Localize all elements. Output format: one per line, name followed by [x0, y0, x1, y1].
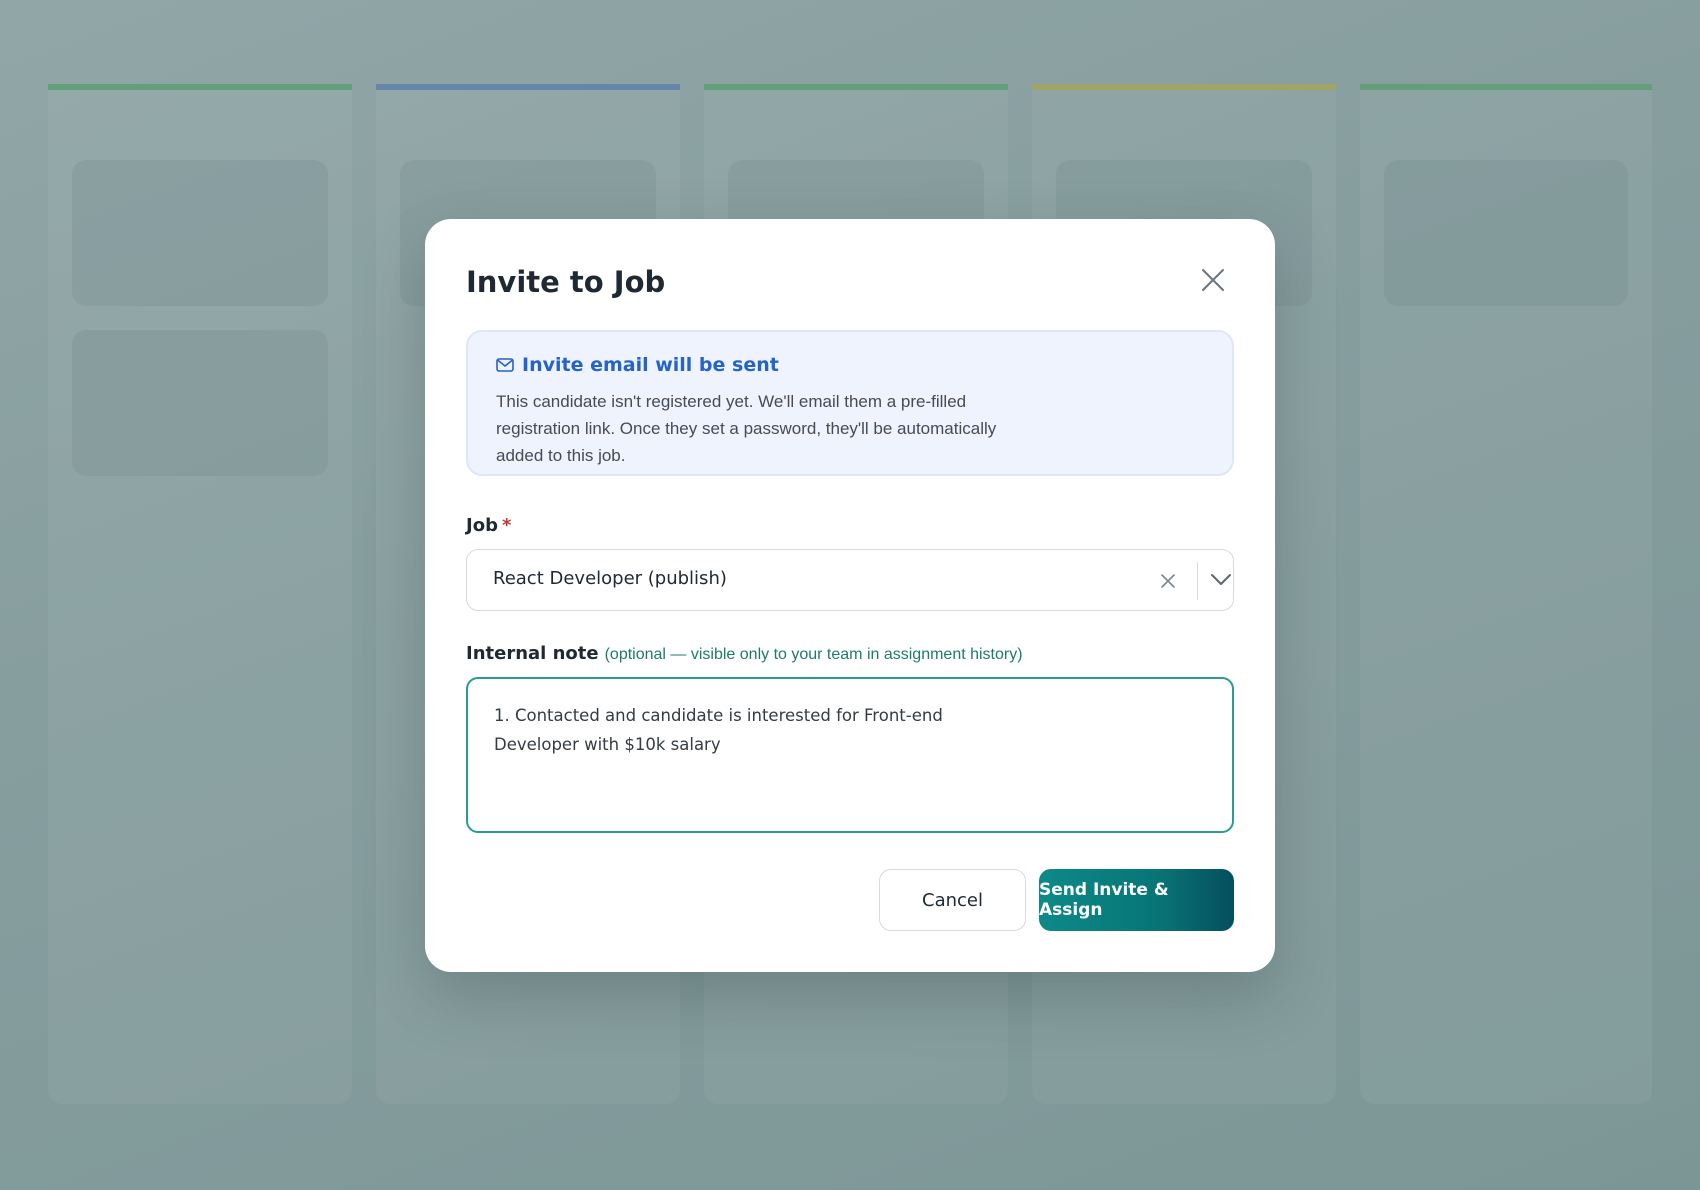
- clear-icon: [1161, 574, 1175, 588]
- clear-job-button[interactable]: [1157, 570, 1179, 592]
- job-select-value: React Developer (publish): [493, 568, 727, 589]
- job-select[interactable]: React Developer (publish): [466, 549, 1234, 611]
- select-divider: [1197, 562, 1198, 600]
- send-invite-assign-button[interactable]: Send Invite & Assign: [1039, 869, 1234, 931]
- job-label-text: Job: [466, 515, 498, 536]
- cancel-button[interactable]: Cancel: [879, 869, 1026, 931]
- required-marker: *: [501, 515, 512, 536]
- chevron-down-icon: [1211, 574, 1231, 585]
- mail-icon: [496, 358, 514, 372]
- invite-to-job-dialog: Invite to Job Invite email will be sent …: [425, 219, 1275, 972]
- close-icon: [1202, 269, 1224, 291]
- job-field-label: Job *: [466, 515, 511, 536]
- info-banner-text: This candidate isn't registered yet. We'…: [496, 392, 997, 465]
- internal-note-hint: (optional — visible only to your team in…: [604, 646, 1023, 663]
- close-button[interactable]: [1195, 262, 1231, 298]
- invite-info-banner: Invite email will be sent This candidate…: [466, 330, 1234, 476]
- job-dropdown-toggle[interactable]: [1209, 568, 1233, 592]
- internal-note-label-text: Internal note: [466, 643, 599, 664]
- internal-note-textarea[interactable]: 1. Contacted and candidate is interested…: [466, 677, 1234, 833]
- info-banner-title: Invite email will be sent: [522, 354, 779, 376]
- internal-note-label: Internal note (optional — visible only t…: [466, 643, 1023, 664]
- info-banner-header: Invite email will be sent: [496, 354, 779, 376]
- dialog-title: Invite to Job: [466, 265, 666, 299]
